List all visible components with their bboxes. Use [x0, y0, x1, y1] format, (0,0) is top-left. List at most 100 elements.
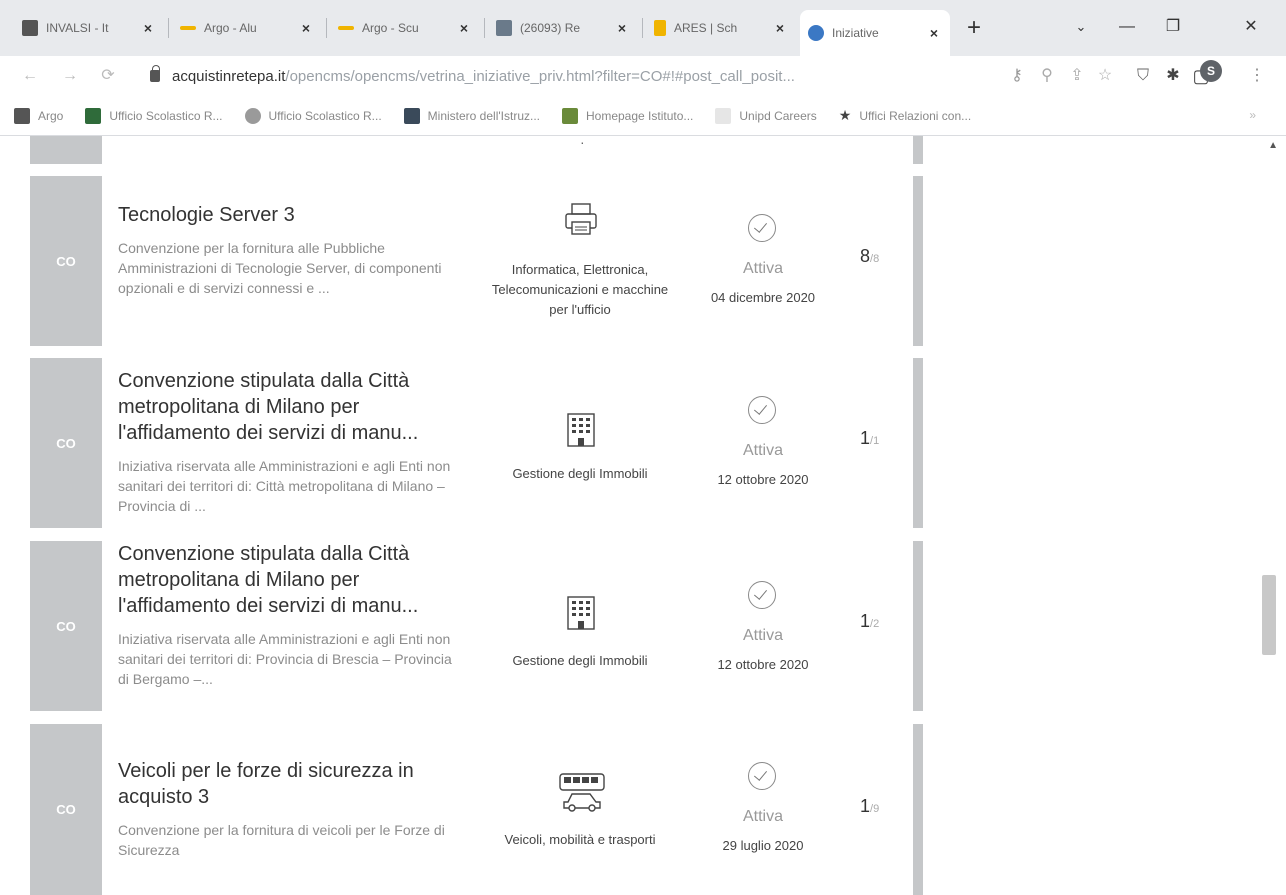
tab-ares[interactable]: ARES | Sch ×: [646, 10, 796, 46]
printer-icon: [565, 203, 597, 235]
tab-iniziative[interactable]: Iniziative ×: [800, 10, 950, 56]
category-label: Veicoli, mobilità e trasporti: [504, 832, 656, 847]
close-tab-icon[interactable]: ×: [772, 20, 788, 36]
list-item[interactable]: CO Convenzione stipulata dalla Città met…: [30, 541, 923, 711]
bookmark-argo[interactable]: Argo: [14, 107, 64, 124]
row-edge-bar: [913, 724, 923, 895]
bookmark-label: Ministero dell'Istruz...: [427, 108, 540, 123]
close-tab-icon[interactable]: ×: [298, 20, 314, 36]
status-label: Attiva: [742, 442, 783, 459]
tab-title: Iniziative: [832, 26, 879, 40]
row-edge-bar: [913, 541, 923, 711]
tab-argo-scu[interactable]: Argo - Scu ×: [330, 10, 480, 46]
invalsi-favicon-icon: [22, 20, 38, 36]
tab-title: ARES | Sch: [674, 21, 738, 35]
start-date: 12 ottobre 2020: [717, 472, 809, 487]
close-tab-icon[interactable]: ×: [926, 25, 942, 41]
key-icon[interactable]: ⚷: [1005, 64, 1029, 88]
status-label: Attiva: [742, 260, 783, 277]
close-tab-icon[interactable]: ×: [140, 20, 156, 36]
more-bookmarks-icon[interactable]: »: [1249, 108, 1256, 122]
initiative-description: Iniziativa riservata alle Amministrazion…: [118, 458, 451, 514]
scrollbar-thumb[interactable]: [1262, 575, 1276, 655]
type-badge: CO: [30, 176, 102, 346]
tab-title: (26093) Re: [520, 21, 581, 35]
tab-argo-alu[interactable]: Argo - Alu ×: [172, 10, 322, 46]
initiative-description: Convenzione per la fornitura alle Pubbli…: [118, 240, 442, 296]
bookmark-label: Uffici Relazioni con...: [859, 108, 972, 123]
check-circle-icon: [748, 762, 776, 790]
restore-button[interactable]: ❐: [1150, 14, 1196, 40]
check-circle-icon: [748, 581, 776, 609]
bookmark-label: Ufficio Scolastico R...: [268, 108, 382, 123]
star-icon: ★: [838, 107, 852, 123]
scroll-up-arrow-icon[interactable]: ▲: [1268, 140, 1278, 151]
lock-icon[interactable]: [150, 65, 160, 82]
bookmark-uffici-relazioni[interactable]: ★ Uffici Relazioni con...: [839, 107, 971, 124]
building-icon: [567, 596, 595, 630]
start-date: 04 dicembre 2020: [710, 290, 816, 305]
check-circle-icon: [748, 214, 776, 242]
minimize-button[interactable]: —: [1104, 14, 1150, 40]
bookmarks-bar: Argo Ufficio Scolastico R... Ufficio Sco…: [0, 96, 1286, 136]
initiative-title[interactable]: Tecnologie Server 3: [118, 202, 295, 228]
tab-search-dropdown-icon[interactable]: ⌄: [1058, 14, 1104, 40]
type-badge: CO: [30, 724, 102, 895]
initiative-title[interactable]: Convenzione stipulata dalla Città metrop…: [118, 541, 418, 619]
puzzle-icon[interactable]: ✱: [1161, 64, 1185, 88]
bookmark-label: Unipd Careers: [739, 108, 817, 123]
bookmark-ufficio-scolastico-2[interactable]: Ufficio Scolastico R...: [244, 107, 382, 124]
close-tab-icon[interactable]: ×: [456, 20, 472, 36]
unipd-favicon-icon: [715, 107, 732, 124]
address-toolbar: ← → ⟳ acquistinretepa.it/opencms/opencms…: [0, 56, 1286, 96]
start-date: 29 luglio 2020: [722, 838, 804, 853]
menu-dots-icon[interactable]: ⋮: [1245, 64, 1269, 88]
lot-count: 1/9: [860, 796, 880, 816]
initiative-description: Iniziativa riservata alle Amministrazion…: [118, 631, 452, 687]
ministero-favicon-icon: [403, 107, 420, 124]
bookmark-label: Homepage Istituto...: [586, 108, 694, 123]
ufficio-favicon-icon: [244, 107, 261, 124]
zoom-icon[interactable]: ⚲: [1035, 64, 1059, 88]
close-window-button[interactable]: ✕: [1228, 14, 1274, 40]
close-tab-icon[interactable]: ×: [614, 20, 630, 36]
initiative-title[interactable]: Convenzione stipulata dalla Città metrop…: [118, 368, 418, 446]
share-icon[interactable]: ⇪: [1065, 64, 1089, 88]
tab-invalsi[interactable]: INVALSI - It ×: [14, 10, 164, 46]
ares-favicon-icon: [654, 20, 666, 36]
initiative-description: Convenzione per la fornitura di veicoli …: [118, 822, 445, 858]
lot-count: 1/1: [860, 428, 880, 448]
star-icon[interactable]: ☆: [1093, 64, 1117, 88]
type-badge: [30, 136, 102, 164]
reload-button[interactable]: ⟳: [96, 64, 120, 88]
url-host: acquistinretepa.it: [172, 67, 286, 85]
initiative-title[interactable]: Veicoli per le forze di sicurezza in acq…: [118, 758, 414, 810]
list-item[interactable]: CO Veicoli per le forze di sicurezza in …: [30, 724, 923, 895]
new-tab-button[interactable]: +: [960, 14, 988, 42]
list-item[interactable]: CO Tecnologie Server 3 Convenzione per l…: [30, 176, 923, 346]
building-icon: [567, 413, 595, 447]
category-label: Gestione degli Immobili: [512, 653, 648, 668]
profile-avatar[interactable]: S: [1200, 60, 1222, 82]
status-label: Attiva: [742, 808, 783, 825]
back-button[interactable]: ←: [18, 64, 42, 88]
tab-mail[interactable]: (26093) Re ×: [488, 10, 638, 46]
extension-shield-icon[interactable]: ⛉: [1131, 64, 1155, 88]
url-bar[interactable]: acquistinretepa.it/opencms/opencms/vetri…: [140, 62, 1000, 90]
tab-title: Argo - Scu: [362, 21, 419, 35]
bookmark-label: Argo: [38, 108, 64, 123]
list-item[interactable]: CO Convenzione stipulata dalla Città met…: [30, 358, 923, 528]
forward-button[interactable]: →: [58, 64, 82, 88]
apps-grid-icon: [14, 107, 30, 124]
bookmark-ufficio-scolastico-1[interactable]: Ufficio Scolastico R...: [85, 107, 223, 124]
type-badge: CO: [30, 358, 102, 528]
bookmark-unipd-careers[interactable]: Unipd Careers: [715, 107, 817, 124]
page-scrollbar[interactable]: [1260, 136, 1286, 895]
istituto-favicon-icon: [562, 107, 578, 124]
bookmark-homepage-istituto[interactable]: Homepage Istituto...: [562, 107, 694, 124]
type-badge: CO: [30, 541, 102, 711]
status-label: Attiva: [742, 627, 783, 644]
bookmark-ministero[interactable]: Ministero dell'Istruz...: [403, 107, 540, 124]
mail-favicon-icon: [496, 20, 512, 36]
ufficio-favicon-icon: [85, 107, 102, 124]
